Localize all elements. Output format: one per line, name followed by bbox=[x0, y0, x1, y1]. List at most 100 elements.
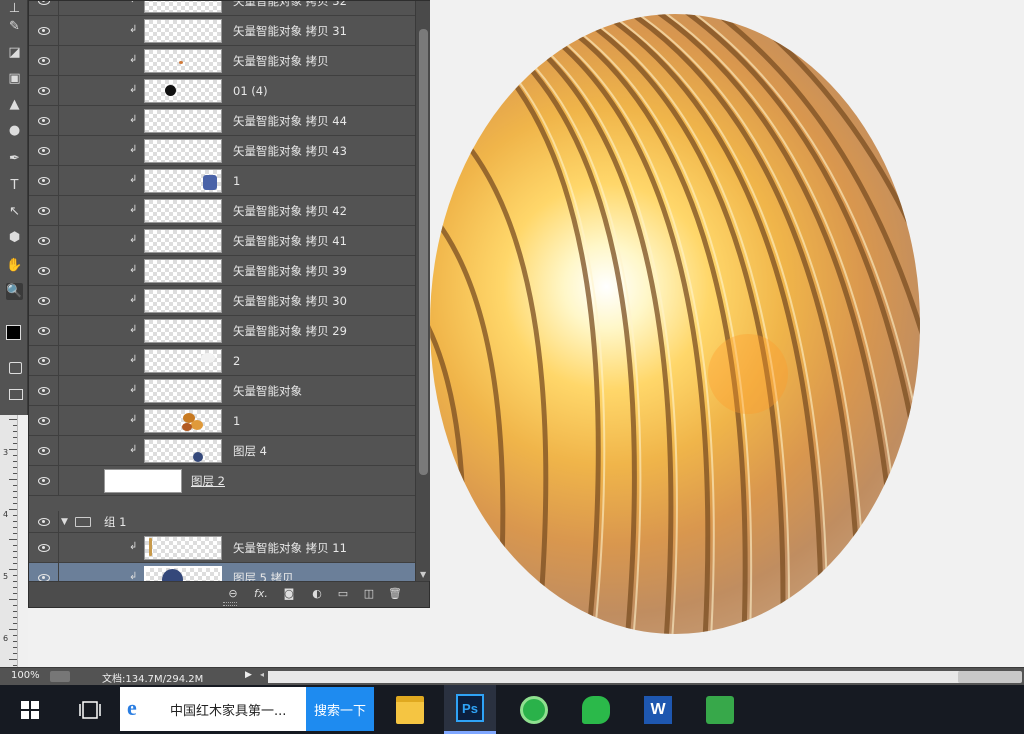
folder-icon[interactable]: ▭ bbox=[335, 587, 351, 601]
layer-name[interactable]: 图层 2 bbox=[191, 466, 225, 496]
layer-name[interactable]: 矢量智能对象 拷贝 31 bbox=[233, 16, 347, 46]
layer-name[interactable]: 矢量智能对象 拷贝 32 bbox=[233, 1, 347, 16]
pen-tool-icon[interactable]: ✒ bbox=[6, 150, 23, 167]
start-button[interactable] bbox=[4, 685, 56, 734]
file-explorer-taskbar-button[interactable] bbox=[384, 685, 436, 734]
visibility-toggle[interactable] bbox=[29, 406, 59, 436]
layer-thumbnail[interactable] bbox=[144, 79, 222, 103]
task-view-button[interactable] bbox=[64, 685, 116, 734]
layer-thumbnail[interactable] bbox=[144, 409, 222, 433]
layer-name[interactable]: 矢量智能对象 拷贝 39 bbox=[233, 256, 347, 286]
history-brush-tool-icon[interactable]: ✎ bbox=[6, 18, 23, 35]
layer-thumbnail[interactable] bbox=[144, 379, 222, 403]
layer-thumbnail[interactable] bbox=[144, 566, 222, 581]
layers-scrollbar-thumb[interactable] bbox=[419, 29, 428, 475]
search-input[interactable]: 中国红木家具第一... bbox=[170, 700, 286, 719]
layer-row[interactable]: ↲ 矢量智能对象 拷贝 43 bbox=[29, 136, 415, 166]
group-row[interactable]: ▼ 组 1 bbox=[29, 511, 415, 533]
layer-name[interactable]: 矢量智能对象 拷贝 42 bbox=[233, 196, 347, 226]
gradient-tool-icon[interactable]: ▣ bbox=[6, 70, 23, 87]
type-tool-icon[interactable]: T bbox=[6, 177, 23, 194]
layer-name[interactable]: 图层 5 拷贝 bbox=[233, 563, 294, 581]
visibility-toggle[interactable] bbox=[29, 1, 59, 16]
zoom-level[interactable]: 100% bbox=[11, 670, 40, 681]
layer-name[interactable]: 2 bbox=[233, 346, 240, 376]
layer-thumbnail[interactable] bbox=[104, 469, 182, 493]
search-button[interactable]: 搜索一下 bbox=[306, 687, 374, 731]
status-menu-arrow-icon[interactable]: ▶ bbox=[245, 670, 252, 680]
visibility-toggle[interactable] bbox=[29, 226, 59, 256]
stamp-tool-icon[interactable]: ⊥ bbox=[6, 0, 23, 17]
visibility-toggle[interactable] bbox=[29, 466, 59, 496]
layer-thumbnail[interactable] bbox=[144, 19, 222, 43]
layer-name[interactable]: 矢量智能对象 拷贝 bbox=[233, 46, 329, 76]
scroll-left-icon[interactable]: ◂ bbox=[260, 670, 264, 679]
mask-icon[interactable]: ◙ bbox=[281, 587, 297, 601]
layer-row[interactable]: ↲ 2 bbox=[29, 346, 415, 376]
visibility-toggle[interactable] bbox=[29, 533, 59, 563]
new-layer-icon[interactable]: ◫ bbox=[361, 587, 377, 601]
visibility-toggle[interactable] bbox=[29, 76, 59, 106]
horizontal-scrollbar[interactable] bbox=[268, 671, 1018, 683]
hand-tool-icon[interactable]: ✋ bbox=[6, 257, 23, 274]
layer-row[interactable]: ↲ 矢量智能对象 拷贝 29 bbox=[29, 316, 415, 346]
layer-row[interactable]: ↲ 01 (4) bbox=[29, 76, 415, 106]
fx-icon[interactable]: fx. bbox=[253, 587, 269, 601]
layer-thumbnail[interactable] bbox=[144, 169, 222, 193]
layer-row[interactable]: ↲ 矢量智能对象 拷贝 39 bbox=[29, 256, 415, 286]
screen-mode-icon[interactable] bbox=[9, 389, 23, 400]
foreground-color[interactable] bbox=[6, 325, 21, 340]
layer-row[interactable]: ↲ 矢量智能对象 拷贝 32 bbox=[29, 1, 415, 16]
layer-row[interactable]: ↲ 矢量智能对象 bbox=[29, 376, 415, 406]
layer-thumbnail[interactable] bbox=[144, 1, 222, 13]
layer-row[interactable]: ↲ 矢量智能对象 拷贝 30 bbox=[29, 286, 415, 316]
layer-thumbnail[interactable] bbox=[144, 229, 222, 253]
layer-thumbnail[interactable] bbox=[144, 319, 222, 343]
layer-row[interactable]: ↲ 矢量智能对象 拷贝 44 bbox=[29, 106, 415, 136]
visibility-toggle[interactable] bbox=[29, 376, 59, 406]
layer-name[interactable]: 图层 4 bbox=[233, 436, 267, 466]
link-icon[interactable]: ⊖ bbox=[225, 587, 241, 601]
layer-name[interactable]: 1 bbox=[233, 406, 240, 436]
visibility-toggle[interactable] bbox=[29, 316, 59, 346]
layer-thumbnail[interactable] bbox=[144, 109, 222, 133]
word-taskbar-button[interactable]: W bbox=[632, 685, 684, 734]
visibility-toggle[interactable] bbox=[29, 46, 59, 76]
layer-thumbnail[interactable] bbox=[144, 49, 222, 73]
visibility-toggle[interactable] bbox=[29, 286, 59, 316]
layer-row[interactable]: ↲ 1 bbox=[29, 166, 415, 196]
visibility-toggle[interactable] bbox=[29, 196, 59, 226]
layer-name[interactable]: 矢量智能对象 拷贝 43 bbox=[233, 136, 347, 166]
visibility-toggle[interactable] bbox=[29, 346, 59, 376]
wechat-taskbar-button[interactable] bbox=[570, 685, 622, 734]
visibility-toggle[interactable] bbox=[29, 16, 59, 46]
taskbar-search-box[interactable]: e 中国红木家具第一... bbox=[120, 687, 306, 731]
photoshop-taskbar-button[interactable]: Ps bbox=[444, 685, 496, 734]
layer-name[interactable]: 矢量智能对象 拷贝 29 bbox=[233, 316, 347, 346]
path-select-tool-icon[interactable]: ↖ bbox=[6, 203, 23, 220]
layer-row[interactable]: ↲ 矢量智能对象 拷贝 11 bbox=[29, 533, 415, 563]
layer-row[interactable]: ↲ 矢量智能对象 拷贝 bbox=[29, 46, 415, 76]
visibility-toggle[interactable] bbox=[29, 511, 59, 533]
layer-row[interactable]: ↲ 图层 5 拷贝 bbox=[29, 563, 415, 581]
visibility-toggle[interactable] bbox=[29, 166, 59, 196]
group-name[interactable]: 组 1 bbox=[104, 511, 126, 533]
eraser-tool-icon[interactable]: ◪ bbox=[6, 44, 23, 61]
visibility-toggle[interactable] bbox=[29, 563, 59, 581]
layer-row[interactable]: ↲ 矢量智能对象 拷贝 31 bbox=[29, 16, 415, 46]
layers-scrollbar[interactable]: ▼ bbox=[415, 1, 430, 581]
layer-thumbnail[interactable] bbox=[144, 199, 222, 223]
visibility-toggle[interactable] bbox=[29, 106, 59, 136]
sketch-app-taskbar-button[interactable] bbox=[694, 685, 746, 734]
layer-name[interactable]: 矢量智能对象 bbox=[233, 376, 302, 406]
layer-thumbnail[interactable] bbox=[144, 259, 222, 283]
adjustment-icon[interactable]: ◐ bbox=[309, 587, 325, 601]
layer-name[interactable]: 矢量智能对象 拷贝 44 bbox=[233, 106, 347, 136]
group-collapse-arrow-icon[interactable]: ▼ bbox=[61, 517, 68, 527]
scroll-down-arrow-icon[interactable]: ▼ bbox=[420, 570, 426, 579]
layer-thumbnail[interactable] bbox=[144, 289, 222, 313]
visibility-toggle[interactable] bbox=[29, 136, 59, 166]
horizontal-scrollbar-thumb[interactable] bbox=[958, 671, 1022, 683]
dodge-tool-icon[interactable]: ● bbox=[6, 122, 23, 139]
layer-name[interactable]: 01 (4) bbox=[233, 76, 268, 106]
